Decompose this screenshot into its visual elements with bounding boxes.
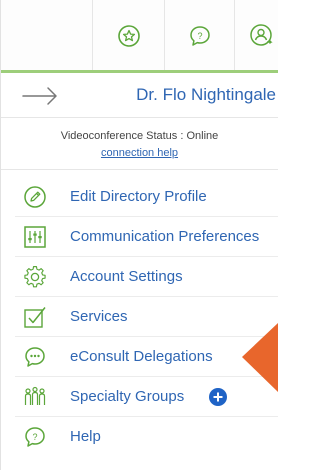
menu-item-account-settings[interactable]: Account Settings <box>15 257 278 297</box>
menu-item-econsult-delegations[interactable]: eConsult Delegations <box>15 337 278 377</box>
user-cycle-icon <box>250 24 273 46</box>
account-menu-panel: ? Dr. Flo Nightingale Videoconference St… <box>0 0 278 470</box>
sliders-icon <box>24 226 46 248</box>
menu-item-label: Services <box>70 308 128 325</box>
pencil-circle-icon <box>24 186 46 208</box>
top-toolbar: ? <box>1 0 278 73</box>
menu-item-help[interactable]: ? Help <box>15 417 278 457</box>
status-label: Videoconference Status : <box>60 130 187 142</box>
chat-bubble-dots-icon <box>25 347 45 367</box>
plus-circle-icon[interactable] <box>209 388 227 406</box>
profile-header: Dr. Flo Nightingale <box>1 73 278 118</box>
menu-item-label: eConsult Delegations <box>70 348 213 365</box>
help-chat-button[interactable]: ? <box>164 0 234 72</box>
favorites-button[interactable] <box>92 0 164 72</box>
star-badge-icon <box>117 25 140 47</box>
menu-item-services[interactable]: Services <box>15 297 278 337</box>
group-people-icon <box>24 386 46 405</box>
status-line: Videoconference Status : Online <box>1 130 278 142</box>
help-bubble-icon: ? <box>25 427 45 447</box>
svg-text:?: ? <box>197 31 202 41</box>
menu-item-label: Specialty Groups <box>70 388 185 405</box>
menu-item-label: Communication Preferences <box>70 228 260 245</box>
connection-help-link[interactable]: connection help <box>1 147 278 159</box>
menu-item-specialty-groups[interactable]: Specialty Groups <box>15 377 278 417</box>
checkbox-icon <box>24 307 46 328</box>
menu-item-label: Help <box>70 428 101 445</box>
status-value: Online <box>186 130 219 142</box>
menu-item-label: Account Settings <box>70 268 183 285</box>
gear-icon <box>24 266 46 288</box>
svg-text:?: ? <box>32 432 37 442</box>
menu-item-label: Edit Directory Profile <box>70 188 207 205</box>
videoconference-status: Videoconference Status : Online connecti… <box>1 119 278 170</box>
menu-item-edit-directory-profile[interactable]: Edit Directory Profile <box>15 177 278 217</box>
chat-question-icon: ? <box>189 26 210 46</box>
right-arrow-icon[interactable] <box>21 84 61 108</box>
doctor-name: Dr. Flo Nightingale <box>136 85 276 104</box>
profile-switch-button[interactable] <box>234 0 294 72</box>
menu-item-communication-preferences[interactable]: Communication Preferences <box>15 217 278 257</box>
